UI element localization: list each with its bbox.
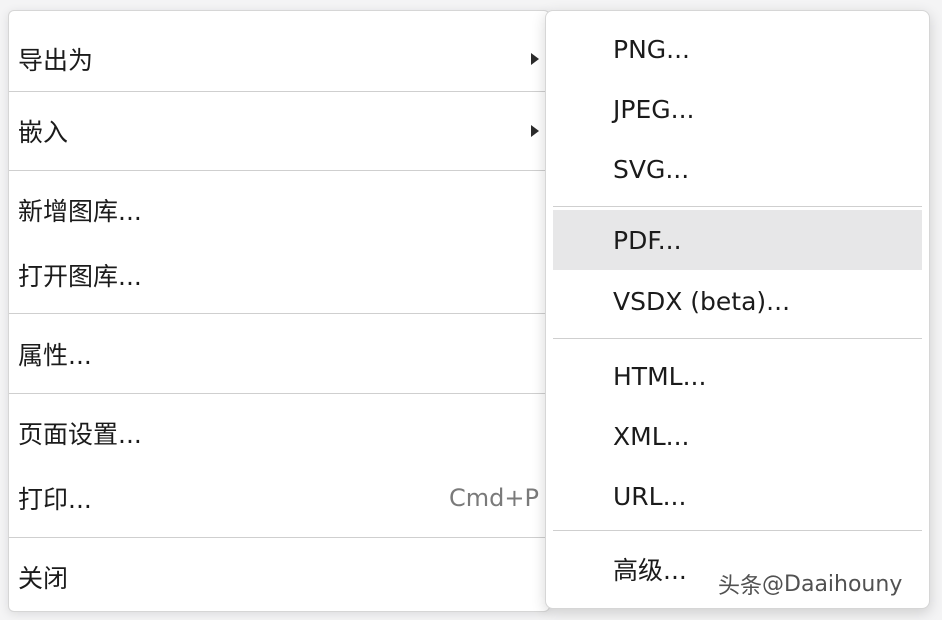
menu-item-label: 导出为 [18,46,94,75]
submenu-separator [553,338,922,339]
menu-item-label: 页面设置... [18,420,142,449]
chevron-right-icon [531,125,539,137]
menu-separator [9,170,549,171]
submenu-item-pdf[interactable]: PDF... [553,210,922,270]
submenu-item-label: HTML... [613,361,707,391]
submenu-item-svg[interactable]: SVG... [553,139,922,199]
watermark-prefix: 头条 [718,574,763,599]
menu-item-close[interactable]: 关闭 [9,549,549,605]
menu-item-label: 打开图库... [18,262,142,291]
menu-separator [9,91,549,92]
chevron-right-icon [531,53,539,65]
submenu-item-html[interactable]: HTML... [553,346,922,406]
menu-item-page-setup[interactable]: 页面设置... [9,405,549,461]
menu-item-label: 打印... [18,485,92,514]
submenu-item-label: SVG... [613,154,690,184]
menu-item-label: 新增图库... [18,197,142,226]
menu-item-print[interactable]: 打印... Cmd+P [9,470,549,526]
screen: 导出为 嵌入 新增图库... 打开图库... 属性... 页面设置... 打印.… [0,0,942,620]
submenu-item-label: PNG... [613,34,690,64]
menu-item-open-library[interactable]: 打开图库... [9,247,549,303]
submenu-item-label: 高级... [613,556,687,585]
menu-item-new-library[interactable]: 新增图库... [9,182,549,238]
submenu-item-label: URL... [613,481,687,511]
watermark: 头条 @Daaihouny [718,568,902,600]
menu-item-label: 关闭 [18,564,69,593]
submenu-item-jpeg[interactable]: JPEG... [553,79,922,139]
menu-item-label: 嵌入 [18,118,69,147]
menu-item-label: 属性... [18,341,92,370]
submenu-item-png[interactable]: PNG... [553,19,922,79]
menu-separator [9,393,549,394]
submenu-separator [553,530,922,531]
menu-item-export-as[interactable]: 导出为 [9,31,549,87]
submenu-item-label: VSDX (beta)... [613,286,791,316]
file-menu: 导出为 嵌入 新增图库... 打开图库... 属性... 页面设置... 打印.… [8,10,550,612]
submenu-item-xml[interactable]: XML... [553,406,922,466]
submenu-separator [553,206,922,207]
menu-separator [9,313,549,314]
menu-separator [9,537,549,538]
submenu-item-label: JPEG... [613,94,695,124]
submenu-item-label: XML... [613,421,690,451]
submenu-item-label: PDF... [613,225,682,255]
submenu-item-url[interactable]: URL... [553,466,922,526]
watermark-handle: @Daaihouny [762,571,903,597]
menu-item-properties[interactable]: 属性... [9,326,549,382]
submenu-item-vsdx[interactable]: VSDX (beta)... [553,271,922,331]
menu-item-shortcut: Cmd+P [449,484,539,512]
export-submenu: PNG... JPEG... SVG... PDF... VSDX (beta)… [545,10,930,609]
menu-item-embed[interactable]: 嵌入 [9,103,549,159]
